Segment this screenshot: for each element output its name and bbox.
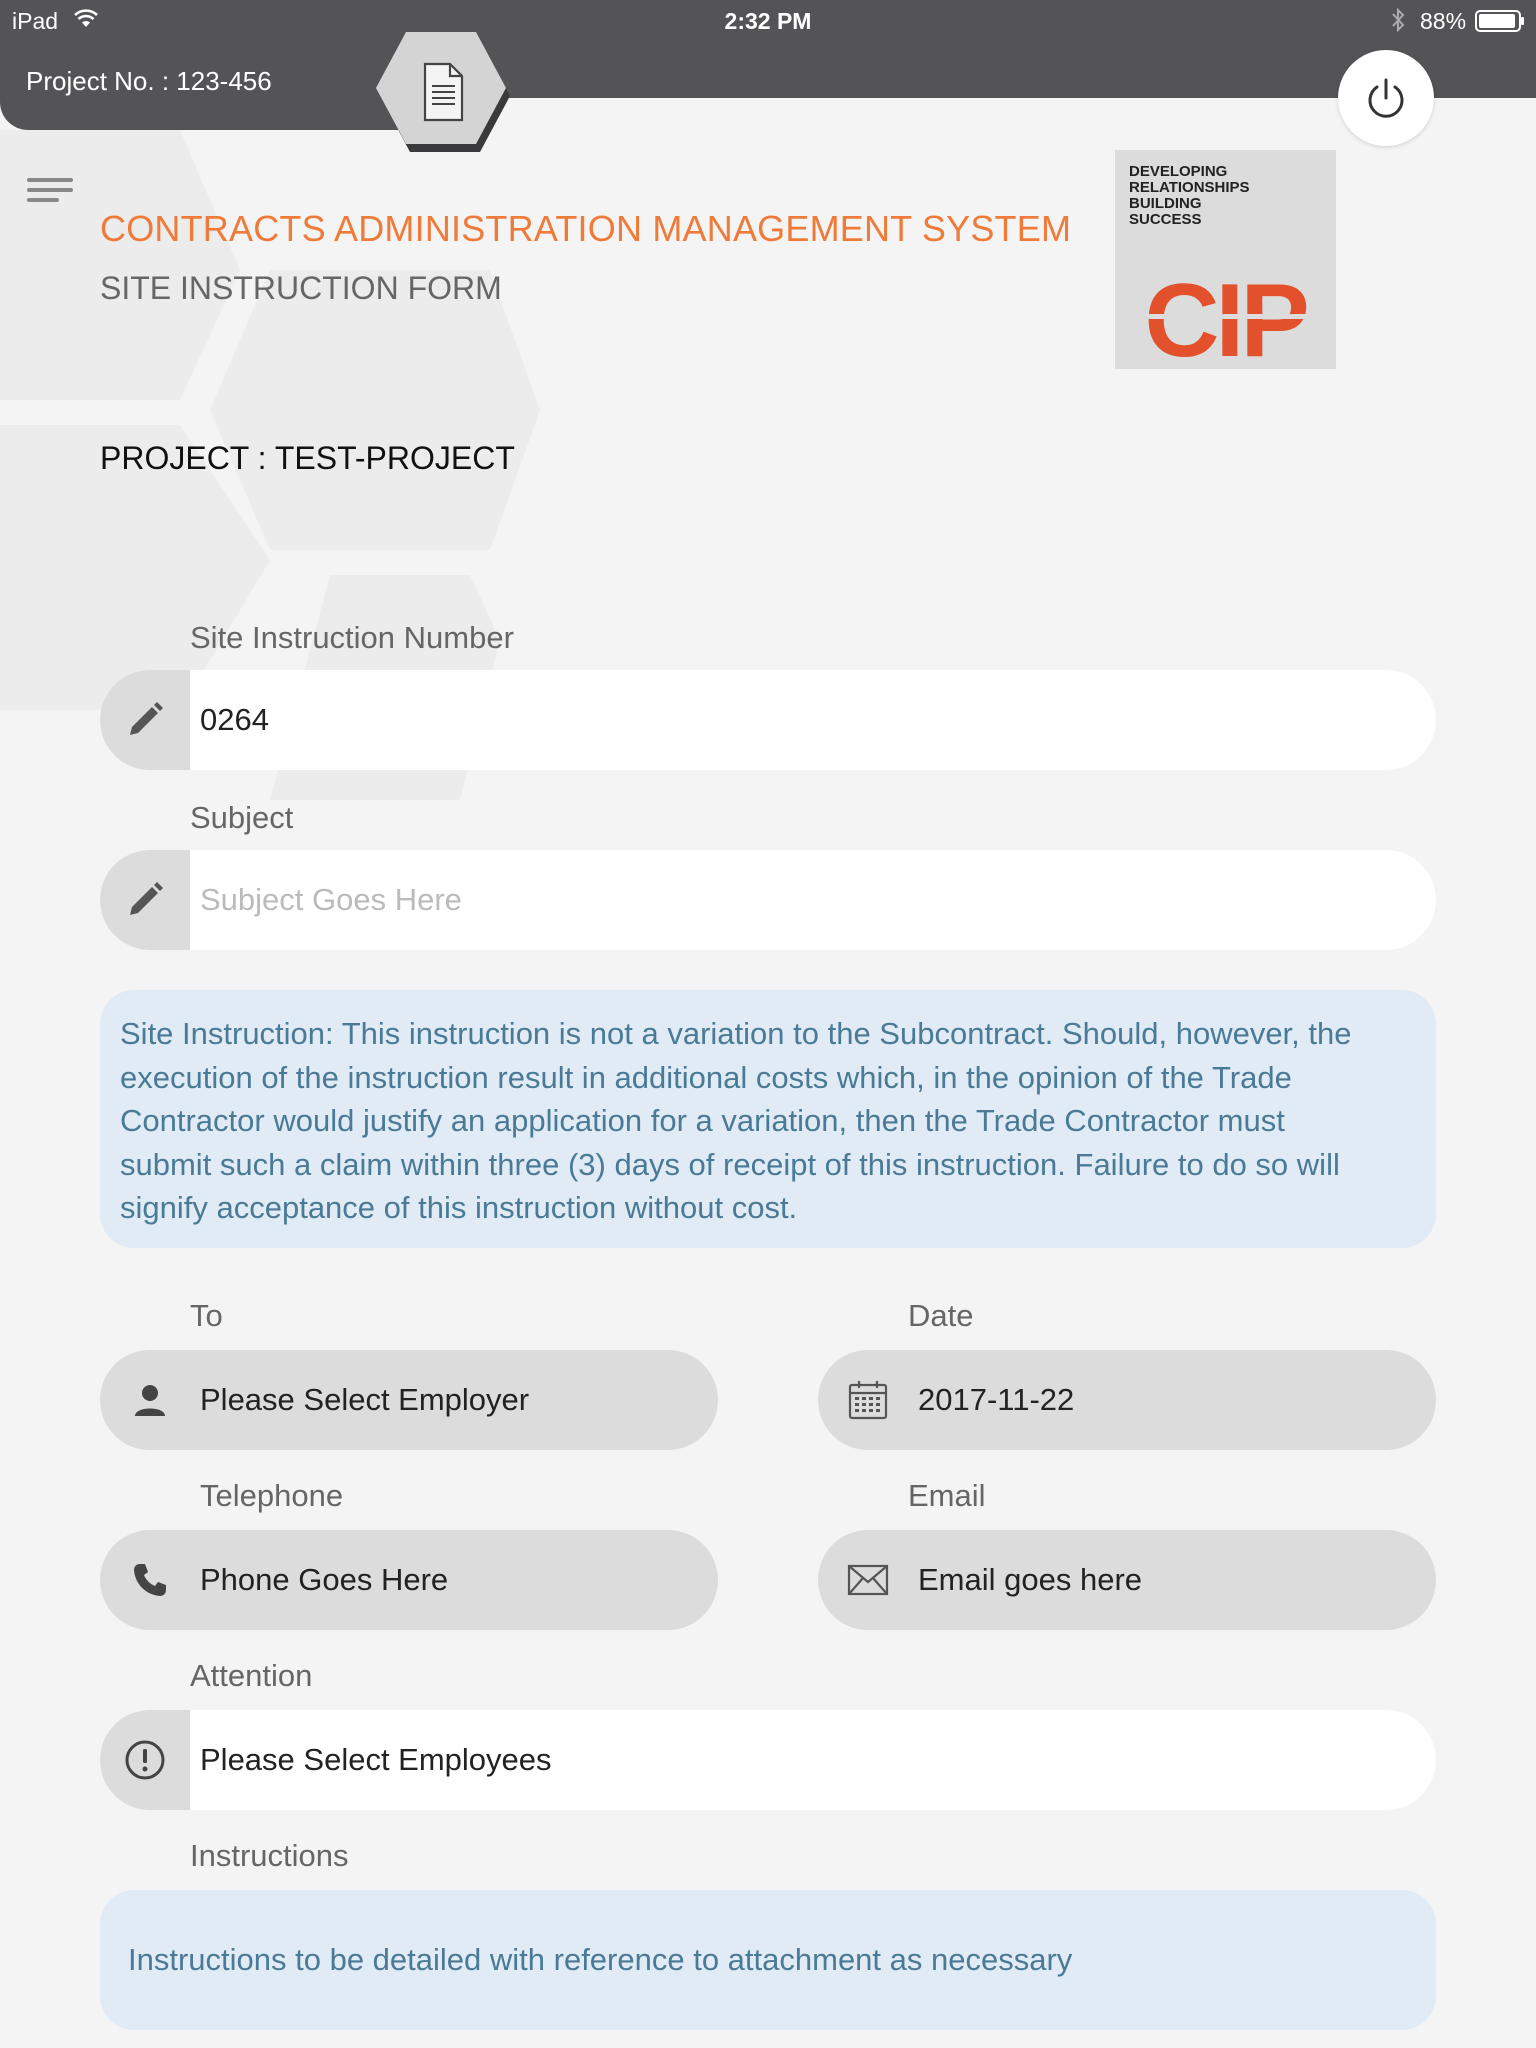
instructions-textarea[interactable]: Instructions to be detailed with referen… (100, 1890, 1436, 2030)
person-icon (135, 1385, 165, 1416)
to-value: Please Select Employer (200, 1382, 530, 1417)
date-label: Date (908, 1298, 974, 1333)
notice-line: signify acceptance of this instruction w… (120, 1190, 798, 1225)
notice-line: execution of the instruction result in a… (120, 1059, 1292, 1095)
site-instruction-notice: Site Instruction: This instruction is no… (100, 990, 1436, 1248)
subject-icon-cell (100, 850, 190, 950)
logo-mark: CIP (1125, 270, 1325, 366)
notice-line: submit such a claim within three (3) day… (120, 1146, 1340, 1182)
date-value: 2017-11-22 (918, 1382, 1075, 1417)
telephone-label: Telephone (200, 1478, 344, 1513)
notice-line: Site Instruction: This instruction is no… (120, 1016, 1352, 1051)
bluetooth-icon (1392, 7, 1405, 33)
battery-icon (1475, 10, 1524, 32)
logo-tagline: DEVELOPING RELATIONSHIPS BUILDING SUCCES… (1129, 163, 1250, 228)
status-time: 2:32 PM (724, 8, 812, 34)
attention-value: Please Select Employees (200, 1742, 552, 1777)
power-button[interactable] (1338, 50, 1434, 146)
email-field[interactable]: Email goes here (818, 1530, 1436, 1630)
phone-icon (134, 1564, 166, 1596)
subject-placeholder: Subject Goes Here (200, 882, 462, 917)
si-number-label: Site Instruction Number (190, 620, 514, 655)
si-number-field[interactable]: 0264 (100, 670, 1436, 770)
attention-label: Attention (190, 1658, 313, 1693)
document-icon (423, 62, 464, 122)
project-label: PROJECT : TEST-PROJECT (100, 440, 515, 476)
date-icon-cell (818, 1350, 918, 1450)
telephone-value: Phone Goes Here (200, 1562, 449, 1597)
si-number-value: 0264 (200, 702, 269, 737)
pencil-icon (130, 882, 163, 915)
email-value: Email goes here (918, 1562, 1143, 1597)
battery-percent: 88% (1420, 8, 1467, 34)
power-icon (1368, 78, 1404, 118)
app-title: CONTRACTS ADMINISTRATION MANAGEMENT SYST… (100, 208, 1072, 249)
to-select[interactable]: Please Select Employer (100, 1350, 718, 1450)
instructions-label: Instructions (190, 1838, 349, 1873)
subject-label: Subject (190, 800, 294, 835)
attention-icon-cell (100, 1710, 190, 1810)
email-label: Email (908, 1478, 986, 1513)
mail-icon (847, 1564, 889, 1596)
email-icon-cell (818, 1530, 918, 1630)
telephone-field[interactable]: Phone Goes Here (100, 1530, 718, 1630)
date-picker[interactable]: 2017-11-22 (818, 1350, 1436, 1450)
attention-select[interactable]: Please Select Employees (100, 1710, 1436, 1810)
document-button[interactable] (372, 30, 510, 154)
subject-field[interactable]: Subject Goes Here (100, 850, 1436, 950)
status-bar: iPad 2:32 PM 88% (0, 0, 1536, 40)
menu-icon[interactable] (27, 176, 73, 204)
to-icon-cell (100, 1350, 200, 1450)
calendar-icon (848, 1381, 888, 1420)
company-logo: DEVELOPING RELATIONSHIPS BUILDING SUCCES… (1115, 150, 1336, 369)
project-number: Project No. : 123-456 (26, 66, 272, 96)
form-title: SITE INSTRUCTION FORM (100, 270, 502, 306)
alert-icon (125, 1740, 165, 1780)
to-label: To (190, 1298, 223, 1333)
si-number-icon-cell (100, 670, 190, 770)
notice-line: Contractor would justify an application … (120, 1103, 1285, 1138)
pencil-icon (130, 702, 163, 735)
telephone-icon-cell (100, 1530, 200, 1630)
